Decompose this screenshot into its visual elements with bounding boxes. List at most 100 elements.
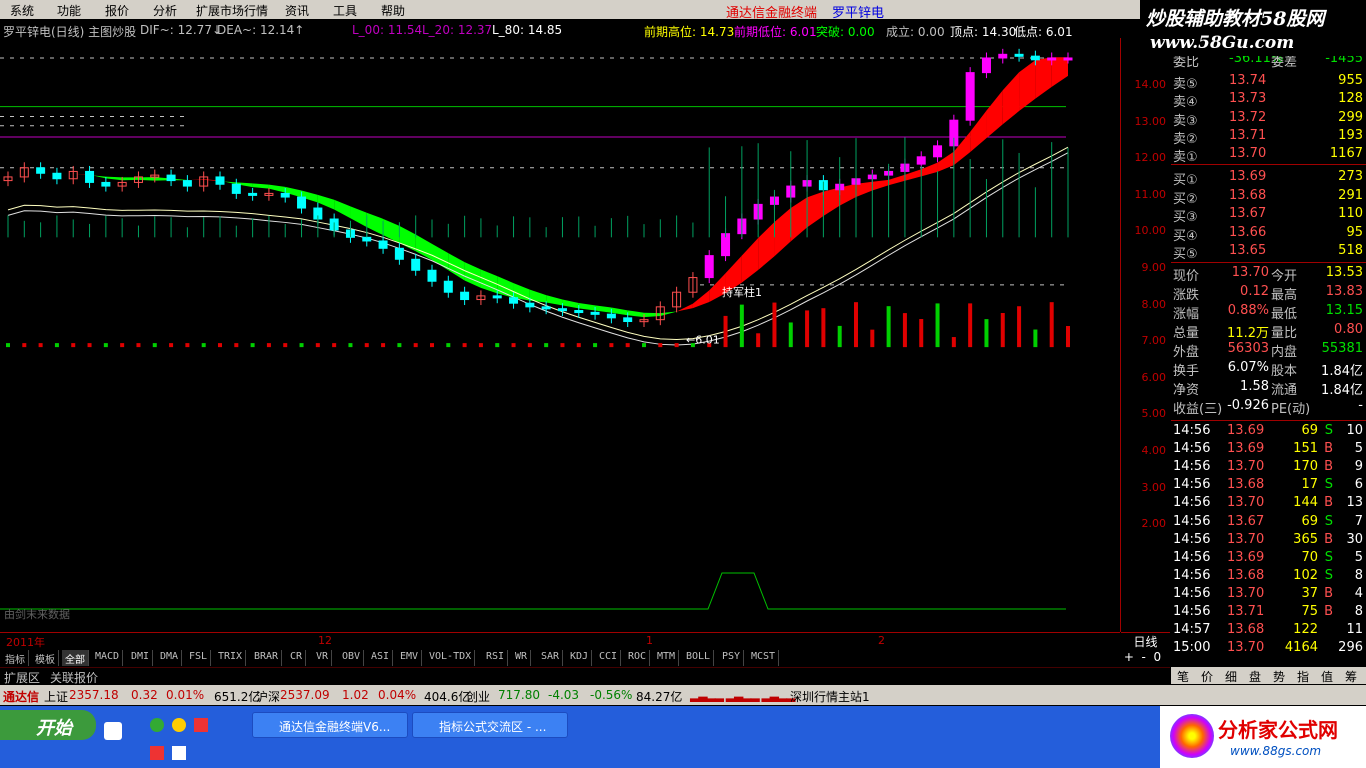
app2-icon[interactable]: [150, 746, 164, 760]
tab-dmi[interactable]: DMI: [128, 650, 154, 666]
stat-label: 换手: [1173, 364, 1200, 379]
stat-row: 换手 6.07% 股本 1.84亿: [1171, 359, 1366, 379]
buy-volume: 110: [1338, 206, 1363, 221]
stat-row: 外盘 56303 内盘 55381: [1171, 340, 1366, 360]
tab-trix[interactable]: TRIX: [215, 650, 247, 666]
candle-body: [280, 192, 290, 198]
signal-bar: [1066, 326, 1070, 348]
start-button[interactable]: 开始: [0, 710, 96, 740]
tab-mtm[interactable]: MTM: [654, 650, 680, 666]
tick-price: 13.69: [1227, 423, 1265, 438]
tab-cci[interactable]: CCI: [596, 650, 622, 666]
buy-volume: 518: [1338, 243, 1363, 258]
sell-label: 卖①: [1173, 150, 1198, 166]
signal-bar: [234, 343, 239, 348]
buy-label: 买②: [1173, 191, 1198, 207]
tab-asi[interactable]: ASI: [368, 650, 394, 666]
stat-value: 11.2万: [1227, 326, 1269, 341]
panel-tab-5[interactable]: 指: [1297, 668, 1309, 685]
ma-ribbon-segment: [660, 311, 677, 317]
panel-tab-1[interactable]: 价: [1201, 668, 1213, 685]
tab-extension[interactable]: 扩展区: [4, 669, 40, 686]
tick-time: 14:56: [1173, 459, 1211, 475]
l80-value: L_80: 14.85: [492, 23, 563, 37]
menu-help[interactable]: 帮助: [381, 2, 405, 19]
ma-ribbon-segment: [334, 199, 351, 219]
tab-rsi[interactable]: RSI: [483, 650, 509, 666]
tab-全部[interactable]: 全部: [62, 650, 89, 666]
tab-sar[interactable]: SAR: [538, 650, 564, 666]
tab-psy[interactable]: PSY: [719, 650, 745, 666]
menu-extended-market[interactable]: 扩展市场行情: [196, 2, 268, 19]
tab-模板[interactable]: 模板: [32, 650, 59, 666]
app-title: 通达信金融终端: [726, 6, 818, 21]
tab-related-quote[interactable]: 关联报价: [50, 669, 98, 686]
tab-obv[interactable]: OBV: [339, 650, 365, 666]
tab-cr[interactable]: CR: [287, 650, 307, 666]
panel-tab-3[interactable]: 盘: [1249, 668, 1261, 685]
signal-bar: [1033, 329, 1038, 348]
ad-url: www.88gs.com: [1230, 744, 1322, 758]
menu-info[interactable]: 资讯: [285, 2, 309, 19]
panel-tab-6[interactable]: 值: [1321, 668, 1333, 685]
tick-volume: 144: [1293, 495, 1318, 511]
quicklaunch-icon[interactable]: [150, 718, 164, 732]
signal-bar: [103, 343, 108, 348]
signal-bar: [576, 343, 581, 348]
buy-label: 买④: [1173, 228, 1198, 244]
tab-指标[interactable]: 指标: [2, 650, 29, 666]
signal-bar: [919, 319, 924, 348]
menu-analysis[interactable]: 分析: [153, 2, 177, 19]
desktop-icon[interactable]: [104, 722, 122, 740]
tick-side: B: [1324, 531, 1333, 547]
tab-kdj[interactable]: KDJ: [567, 650, 593, 666]
app-icon[interactable]: [194, 718, 208, 732]
ma-ribbon-segment: [692, 290, 710, 309]
tab-brar[interactable]: BRAR: [251, 650, 283, 666]
ma-ribbon-segment: [464, 262, 481, 288]
menu-system[interactable]: 系统: [10, 2, 34, 19]
tab-roc[interactable]: ROC: [625, 650, 651, 666]
period-label[interactable]: 日线: [1121, 632, 1170, 649]
panel-tab-2[interactable]: 细: [1225, 668, 1237, 685]
sz-amount: 404.6亿: [424, 690, 471, 704]
tab-vr[interactable]: VR: [313, 650, 333, 666]
candle-body: [933, 145, 943, 158]
stat-row: 净资 1.58 流通 1.84亿: [1171, 378, 1366, 398]
signal-bar: [854, 302, 858, 348]
cy-amount: 84.27亿: [636, 690, 683, 704]
tab-fsl[interactable]: FSL: [186, 650, 212, 666]
stat-label: 涨幅: [1173, 307, 1200, 322]
tab-dma[interactable]: DMA: [157, 650, 183, 666]
panel-tab-4[interactable]: 势: [1273, 668, 1285, 685]
price-chart[interactable]: 14.30←6.01持军柱1由剑末来数据: [0, 15, 1120, 632]
tab-vol-tdx[interactable]: VOL-TDX: [426, 650, 476, 666]
tab-emv[interactable]: EMV: [397, 650, 423, 666]
menu-tools[interactable]: 工具: [333, 2, 357, 19]
task-forum[interactable]: 指标公式交流区 - ...: [412, 712, 568, 738]
tab-macd[interactable]: MACD: [92, 650, 124, 666]
task-tdx[interactable]: 通达信金融终端V6...: [252, 712, 408, 738]
menu-quote[interactable]: 报价: [105, 2, 129, 19]
panel-tab-7[interactable]: 筹: [1345, 668, 1357, 685]
tab-wr[interactable]: WR: [512, 650, 532, 666]
tick-price: 13.70: [1227, 459, 1265, 475]
stat-value: 0.12: [1240, 284, 1269, 299]
tab-mcst[interactable]: MCST: [748, 650, 780, 666]
candle-body: [916, 156, 926, 165]
zoom-controls[interactable]: + - 0: [1120, 649, 1170, 667]
browser-icon[interactable]: [172, 718, 186, 732]
help-icon[interactable]: [172, 746, 186, 760]
buy-volume: 95: [1346, 224, 1363, 240]
tab-boll[interactable]: BOLL: [683, 650, 715, 666]
menu-function[interactable]: 功能: [57, 2, 81, 19]
tick-row: 14:56 13.69 69 S 10: [1171, 422, 1366, 440]
ma-ribbon-segment: [252, 183, 269, 189]
panel-tab-0[interactable]: 笔: [1177, 668, 1189, 685]
tick-volume: 122: [1293, 622, 1318, 638]
signal-bar: [544, 343, 549, 348]
ma-ribbon-segment: [676, 303, 693, 312]
candle-body: [182, 180, 192, 187]
stat-row: 涨幅 0.88% 最低 13.15: [1171, 302, 1366, 322]
signal-bar: [364, 343, 369, 348]
